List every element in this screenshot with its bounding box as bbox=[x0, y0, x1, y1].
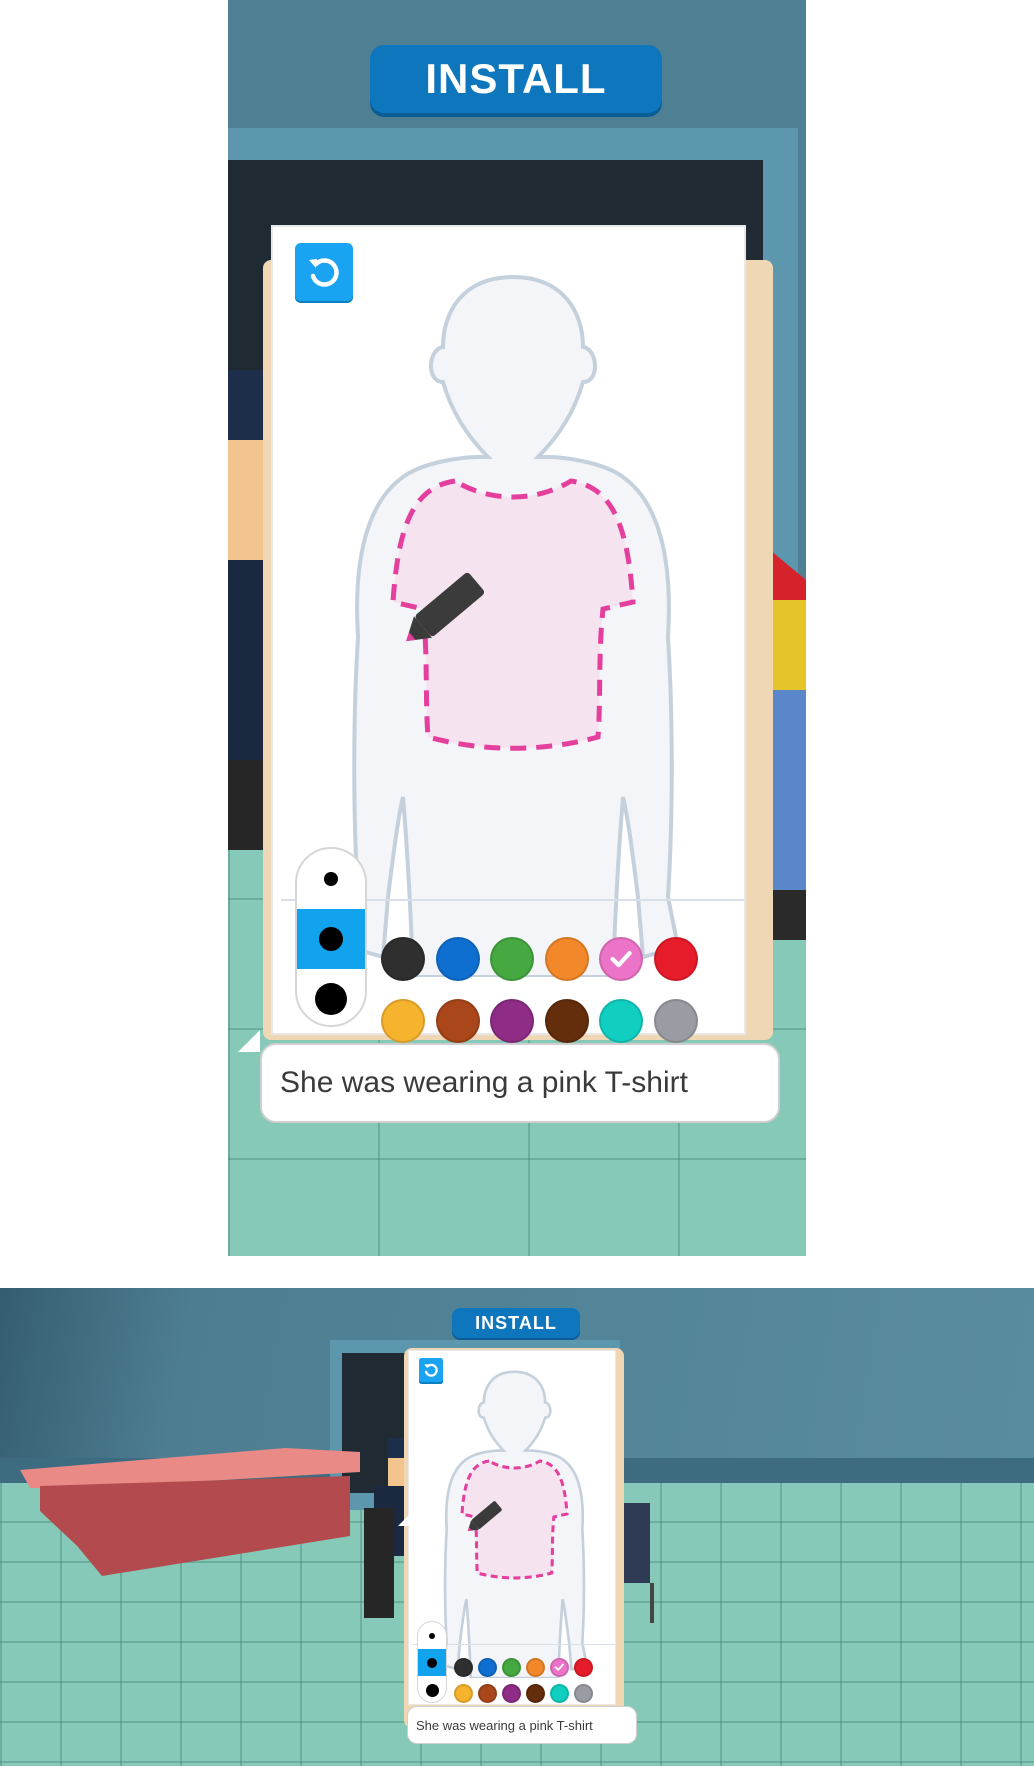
caption-tail bbox=[398, 1514, 410, 1526]
color-swatch[interactable] bbox=[435, 999, 480, 1043]
check-icon bbox=[610, 950, 632, 968]
large-dot bbox=[315, 983, 347, 1015]
install-button[interactable]: INSTALL bbox=[370, 45, 662, 113]
large-dot bbox=[425, 1683, 439, 1697]
color-swatch[interactable] bbox=[454, 1658, 473, 1677]
color-swatch[interactable] bbox=[502, 1684, 521, 1703]
small-dot bbox=[324, 872, 338, 886]
color-swatch[interactable] bbox=[454, 1684, 473, 1703]
color-swatch[interactable] bbox=[526, 1684, 545, 1703]
brush-size-medium[interactable] bbox=[297, 909, 365, 969]
color-swatch[interactable] bbox=[478, 1658, 497, 1677]
body-outline bbox=[440, 1370, 589, 1678]
color-swatch[interactable] bbox=[550, 1684, 569, 1703]
drawing-card bbox=[271, 225, 746, 1043]
color-swatch[interactable] bbox=[490, 937, 534, 981]
brush-size-large[interactable] bbox=[297, 969, 365, 1025]
caption-bubble: She was wearing a pink T-shirt bbox=[407, 1706, 637, 1744]
brush-size-medium[interactable] bbox=[418, 1649, 446, 1676]
brush-size-large[interactable] bbox=[418, 1676, 446, 1702]
portrait-view: INSTALL She was wearing a pink T-shirt bbox=[228, 0, 806, 1256]
color-swatch[interactable] bbox=[574, 1658, 593, 1677]
color-swatch[interactable] bbox=[653, 999, 698, 1043]
color-swatch[interactable] bbox=[490, 999, 534, 1043]
medium-dot bbox=[427, 1657, 437, 1668]
color-swatch[interactable] bbox=[544, 937, 589, 981]
color-swatch[interactable] bbox=[544, 999, 589, 1043]
body-outline bbox=[345, 274, 681, 977]
brush-size-small[interactable] bbox=[297, 849, 365, 909]
color-swatch[interactable] bbox=[381, 999, 425, 1043]
color-swatch[interactable] bbox=[381, 937, 425, 981]
brush-size-picker bbox=[295, 847, 367, 1027]
color-swatch[interactable] bbox=[550, 1658, 569, 1677]
color-swatch[interactable] bbox=[599, 937, 643, 981]
landscape-view: INSTALL She was wearing a pink T-shirt bbox=[0, 1288, 1034, 1766]
color-swatch[interactable] bbox=[502, 1658, 521, 1677]
brush-size-picker bbox=[417, 1621, 447, 1703]
install-button[interactable]: INSTALL bbox=[452, 1308, 580, 1338]
caption-tail bbox=[238, 1030, 260, 1052]
color-swatch[interactable] bbox=[653, 937, 698, 981]
color-swatch[interactable] bbox=[478, 1684, 497, 1703]
caption-bubble: She was wearing a pink T-shirt bbox=[260, 1043, 780, 1123]
color-swatch[interactable] bbox=[574, 1684, 593, 1703]
caption-text: She was wearing a pink T-shirt bbox=[416, 1717, 593, 1733]
drawing-card bbox=[408, 1350, 616, 1705]
color-swatch[interactable] bbox=[435, 937, 480, 981]
brush-size-small[interactable] bbox=[418, 1622, 446, 1649]
caption-text: She was wearing a pink T-shirt bbox=[280, 1066, 688, 1099]
check-icon bbox=[554, 1663, 565, 1672]
color-swatch[interactable] bbox=[526, 1658, 545, 1677]
color-swatch[interactable] bbox=[599, 999, 643, 1043]
medium-dot bbox=[319, 927, 343, 951]
small-dot bbox=[429, 1632, 435, 1639]
